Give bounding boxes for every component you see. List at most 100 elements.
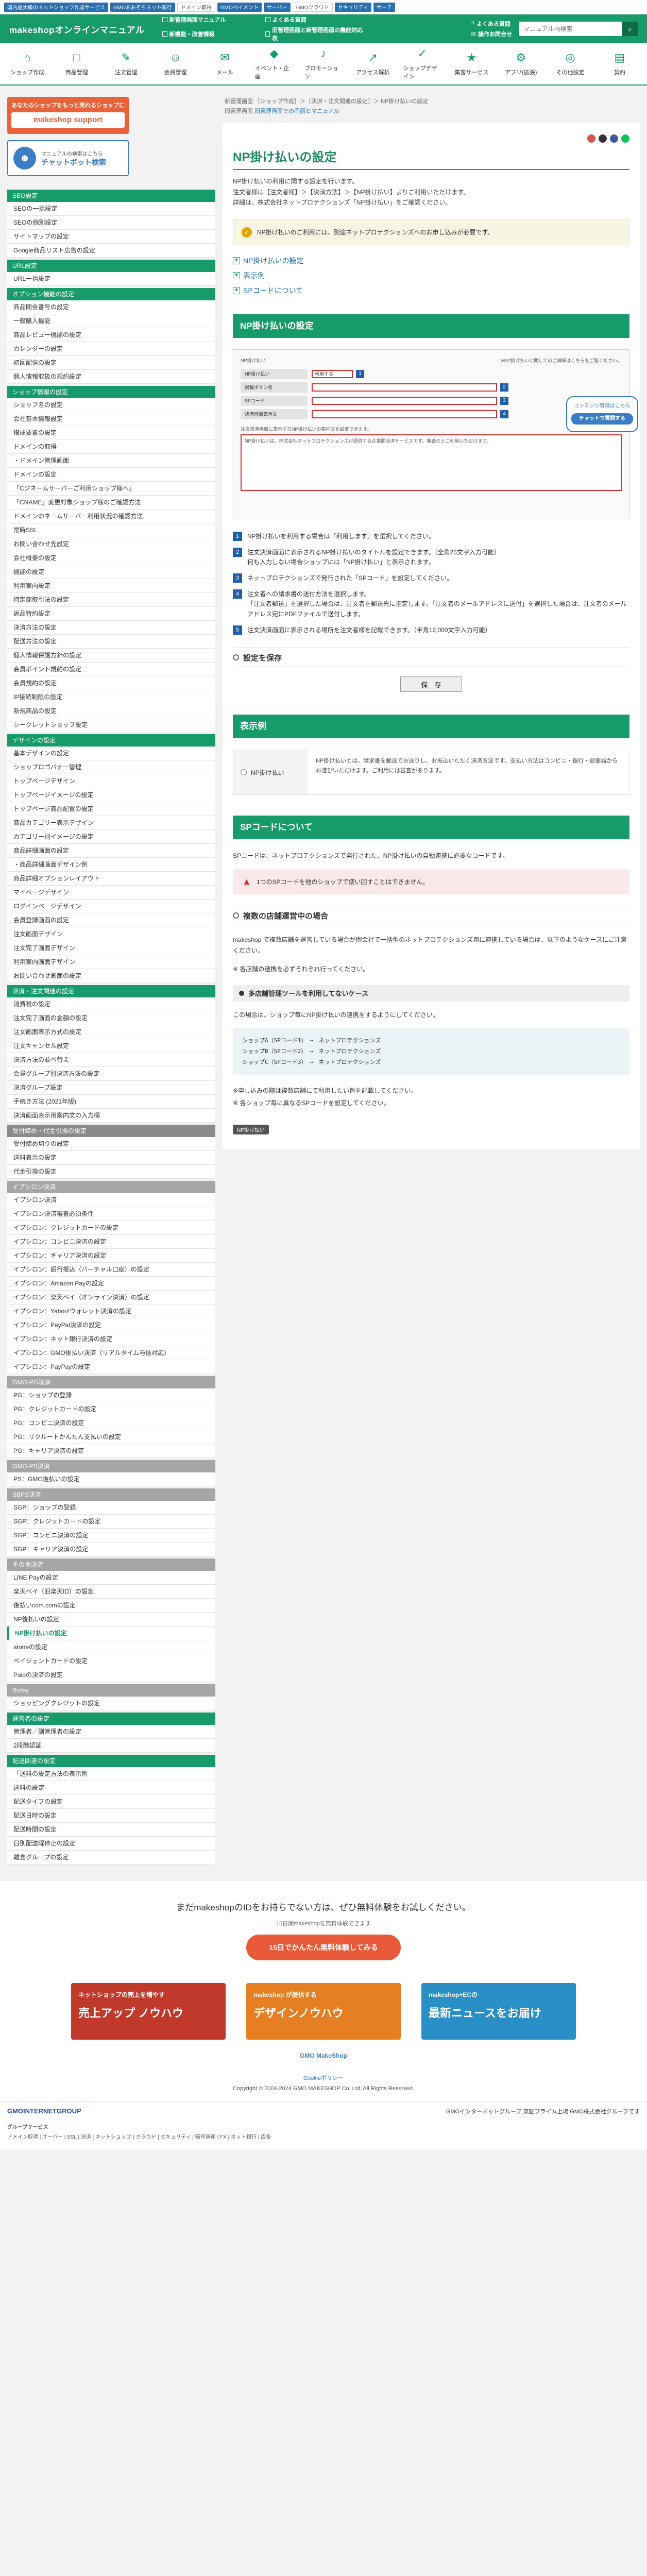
sidebar-item[interactable]: イプシロン：Amazon Payの設定 <box>7 1277 215 1291</box>
line-icon[interactable] <box>621 134 629 143</box>
facebook-icon[interactable] <box>610 134 618 143</box>
sidebar-item[interactable]: 管理者／副管理者の設定 <box>7 1725 215 1739</box>
gmo-logo[interactable]: GMOINTERNETGROUP <box>7 2107 81 2115</box>
tag-badge[interactable]: NP掛け払い <box>233 1125 269 1135</box>
sidebar-item[interactable]: 日別配送曜停止の設定 <box>7 1837 215 1851</box>
sidebar-item[interactable]: ドメインの設定 <box>7 468 215 482</box>
sidebar-item[interactable]: 決済方法の設定 <box>7 621 215 635</box>
sidebar-item[interactable]: 2段階認証 <box>7 1739 215 1753</box>
sidebar-item[interactable]: PG：リクルートかんたん支払いの設定 <box>7 1430 215 1444</box>
sidebar-item[interactable]: サイトマップの設定 <box>7 230 215 244</box>
chat-widget[interactable]: コンテンツ管理はこちら チャットで質問する <box>566 396 638 432</box>
sidebar-item[interactable]: Google商品リスト広告の設定 <box>7 244 215 258</box>
sidebar-item[interactable]: 注文画面デザイン <box>7 927 215 941</box>
sidebar-item[interactable]: 配送方法の設定 <box>7 635 215 649</box>
nav-item[interactable]: ☺ 会員管理 <box>156 43 194 84</box>
x-icon[interactable] <box>599 134 607 143</box>
help-link-faq[interactable]: ? よくある質問 <box>471 20 512 28</box>
support-promo-banner[interactable]: あなたのショップをもっと売れるショップに makeshop support <box>7 97 129 134</box>
sidebar-item[interactable]: 「送料の設定方法の表示例 <box>7 1767 215 1781</box>
sidebar-item[interactable]: イプシロン：ネット銀行決済の設定 <box>7 1332 215 1346</box>
sidebar-item[interactable]: トップページ商品配置の設定 <box>7 802 215 816</box>
sidebar-item[interactable]: 「Cジネームサーバーご利用ショップ様へ」 <box>7 482 215 496</box>
sidebar-item[interactable]: イプシロン：銀行振込（バーチャル口座）の設定 <box>7 1263 215 1277</box>
sidebar-item[interactable]: 配送時間の設定 <box>7 1823 215 1837</box>
help-link-contact[interactable]: ✉ 操作お問合せ <box>471 30 512 38</box>
nav-item[interactable]: ✉ メール <box>206 43 244 84</box>
sidebar-item[interactable]: 「CNAME」変更対象ショップ様のご確認方法 <box>7 496 215 510</box>
sidebar-item[interactable]: 手続き方法 (2021年版) <box>7 1095 215 1109</box>
nav-item[interactable]: ↗ アクセス解析 <box>354 43 392 84</box>
top-link[interactable]: GMOペイメント <box>217 2 262 12</box>
sidebar-item[interactable]: 消費税の設定 <box>7 997 215 1011</box>
sidebar-section-heading[interactable]: URL設定 <box>7 260 215 272</box>
sidebar-item[interactable]: 商品詳細画面の設定 <box>7 844 215 858</box>
search-button[interactable]: ⌕ <box>622 22 638 36</box>
sidebar-item[interactable]: atoneの設定 <box>7 1640 215 1654</box>
sidebar-item[interactable]: イプシロン：クレジットカードの設定 <box>7 1221 215 1235</box>
sidebar-item[interactable]: NP後払いの設定 <box>7 1613 215 1626</box>
sidebar-item[interactable]: 返品特約設定 <box>7 607 215 621</box>
save-button[interactable]: 保 存 <box>400 676 462 692</box>
chatbot-search-banner[interactable]: ☻ マニュアルの検索はこちら チャットボット検索 <box>7 140 129 176</box>
sidebar-section-heading[interactable]: GMO-PS決済 <box>7 1460 215 1472</box>
sidebar-item[interactable]: お問い合わせ先設定 <box>7 537 215 551</box>
sidebar-item[interactable]: 会員登録画面の設定 <box>7 913 215 927</box>
sidebar-section-heading[interactable]: 決済・注文関連の設定 <box>7 985 215 997</box>
nav-item[interactable]: ★ 集客サービス <box>452 43 490 84</box>
nav-item[interactable]: ✓ ショップデザイン <box>403 43 441 84</box>
sidebar-section-heading[interactable]: GMO-PG決済 <box>7 1376 215 1388</box>
sidebar-item[interactable]: ・ドメイン管理画面 <box>7 454 215 468</box>
sidebar-item[interactable]: 注文完了画面の金額の設定 <box>7 1011 215 1025</box>
sidebar-item[interactable]: 注文キャンセル設定 <box>7 1039 215 1053</box>
sidebar-item[interactable]: イプシロン：キャリア決済の設定 <box>7 1249 215 1263</box>
sidebar-item[interactable]: 利用案内画面デザイン <box>7 955 215 969</box>
sidebar-item[interactable]: 送料表示の設定 <box>7 1151 215 1165</box>
sidebar-item[interactable]: マイページデザイン <box>7 886 215 900</box>
sidebar-item[interactable]: SGP：ショップの登録 <box>7 1501 215 1515</box>
sidebar-item[interactable]: ショップロゴバナー管理 <box>7 760 215 774</box>
top-link[interactable]: セキュリティ <box>334 2 371 12</box>
sidebar-item[interactable]: 決済画面表示用案内文の入力欄 <box>7 1109 215 1123</box>
cookie-policy-link[interactable]: Cookieポリシー <box>303 2075 344 2081</box>
news-link-function-table[interactable]: 旧管理画面と新管理画面の機能対応表 <box>265 26 363 42</box>
radio-button[interactable] <box>241 769 247 776</box>
sidebar-item[interactable]: 商品レビュー機能の設定 <box>7 328 215 342</box>
sidebar-item[interactable]: イプシロン：コンビニ決済の設定 <box>7 1235 215 1249</box>
sidebar-item[interactable]: トップページイメージの設定 <box>7 788 215 802</box>
sidebar-item[interactable]: 決済グループ設定 <box>7 1081 215 1095</box>
sidebar-item[interactable]: 配送日時の設定 <box>7 1809 215 1823</box>
sidebar-item[interactable]: ドメインのネームサーバー利用状況の確認方法 <box>7 510 215 523</box>
sidebar-item[interactable]: お問い合わせ画面の設定 <box>7 969 215 983</box>
sidebar-item[interactable]: SGP：クレジットカードの設定 <box>7 1515 215 1529</box>
sidebar-section-heading[interactable]: 受付締め・代金引換の設定 <box>7 1125 215 1137</box>
toc-item[interactable]: ▼ 表示例 <box>233 270 629 281</box>
sidebar-item[interactable]: カレンダーの設定 <box>7 342 215 356</box>
sidebar-section-heading[interactable]: 運営者の設定 <box>7 1713 215 1725</box>
sidebar-item[interactable]: 代金引換の設定 <box>7 1165 215 1179</box>
sidebar-item[interactable]: 会員グループ別決済方法の設定 <box>7 1067 215 1081</box>
news-link-new-manual[interactable]: 新管理画面マニュアル <box>162 15 260 24</box>
sidebar-item[interactable]: ドメインの取得 <box>7 440 215 454</box>
nav-item[interactable]: ◆ イベント・企画 <box>255 43 293 84</box>
sidebar-item[interactable]: 会社基本情報設定 <box>7 412 215 426</box>
sidebar-section-heading[interactable]: SEO設定 <box>7 190 215 202</box>
sidebar-item[interactable]: Paidの決済の設定 <box>7 1668 215 1682</box>
sidebar-item[interactable]: 機能の設定 <box>7 565 215 579</box>
news-link-faq[interactable]: よくある質問 <box>265 15 363 24</box>
sidebar-item[interactable]: ペイジェントカードの設定 <box>7 1654 215 1668</box>
sidebar-item[interactable]: 個人情報取扱の規約設定 <box>7 370 215 384</box>
search-input[interactable] <box>519 22 622 36</box>
sidebar-item[interactable]: SGP：キャリア決済の設定 <box>7 1543 215 1556</box>
sidebar-item[interactable]: 常時SSL <box>7 523 215 537</box>
sidebar-item[interactable]: イプシロン：GMO後払い決済（リアルタイム与信対応） <box>7 1346 215 1360</box>
nav-item[interactable]: ⌂ ショップ作成 <box>8 43 46 84</box>
sidebar-item[interactable]: 構成要素の設定 <box>7 426 215 440</box>
sidebar-item[interactable]: 後払いcom.comの設定 <box>7 1599 215 1613</box>
sidebar-item[interactable]: PG：コンビニ決済の設定 <box>7 1416 215 1430</box>
sidebar-section-heading[interactable]: 配送関連の設定 <box>7 1755 215 1767</box>
sidebar-item[interactable]: ショップ名の設定 <box>7 398 215 412</box>
sidebar-item[interactable]: イプシロン：Yahoo!ウォレット決済の設定 <box>7 1304 215 1318</box>
sidebar-item[interactable]: 商品問合番号の設定 <box>7 300 215 314</box>
print-icon[interactable] <box>587 134 595 143</box>
